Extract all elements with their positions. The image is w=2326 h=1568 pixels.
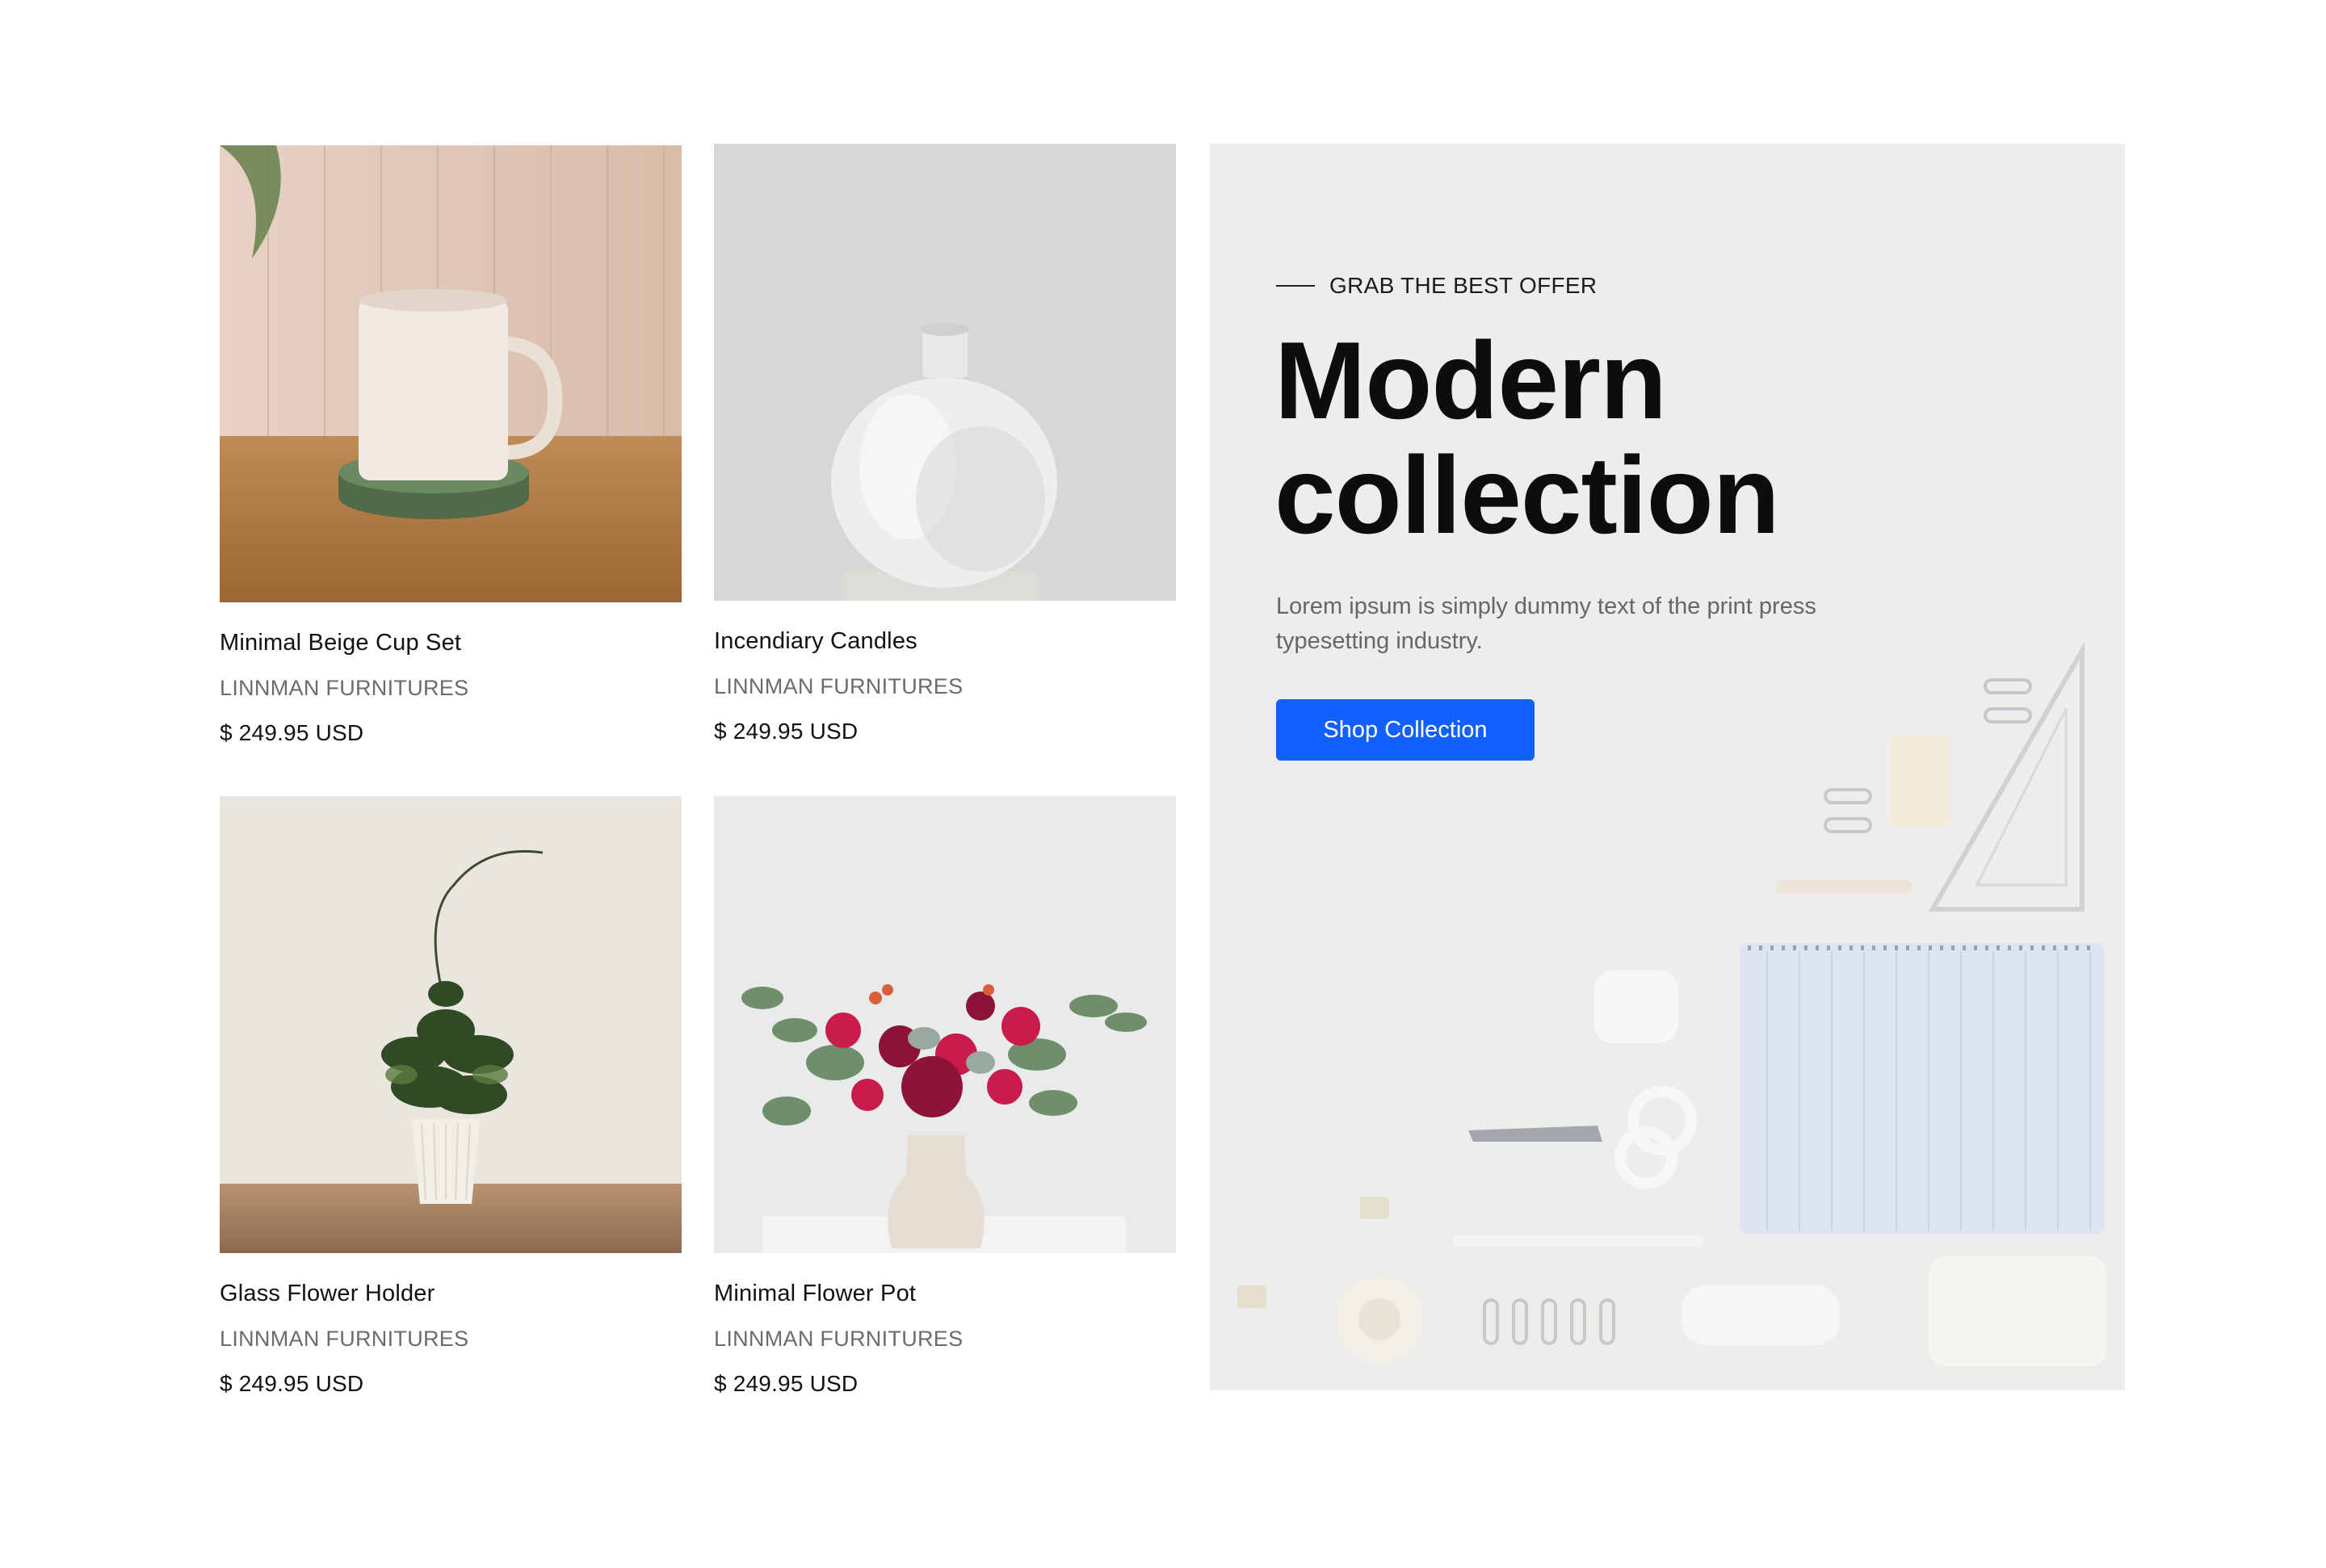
product-title[interactable]: Incendiary Candles [714,628,1176,655]
product-card[interactable]: Incendiary Candles LINNMAN FURNITURES $ … [714,144,1176,744]
product-card[interactable]: Minimal Beige Cup Set LINNMAN FURNITURES… [220,145,682,746]
product-card[interactable]: Minimal Flower Pot LINNMAN FURNITURES $ … [714,796,1176,1397]
product-card[interactable]: Glass Flower Holder LINNMAN FURNITURES $… [220,796,682,1397]
product-brand: LINNMAN FURNITURES [714,1327,964,1351]
eyebrow-line [1276,285,1315,287]
banner-heading-line1: Modern [1274,319,1667,442]
promo-banner: GRAB THE BEST OFFER Modern collection Lo… [1210,144,2125,1390]
product-brand: LINNMAN FURNITURES [220,676,469,700]
eyebrow-text: GRAB THE BEST OFFER [1329,273,1598,298]
product-title[interactable]: Minimal Flower Pot [714,1281,1176,1307]
product-title[interactable]: Glass Flower Holder [220,1281,682,1307]
banner-heading: Modern collection [1274,323,1780,552]
shop-collection-button[interactable]: Shop Collection [1276,699,1535,761]
product-brand: LINNMAN FURNITURES [714,674,964,698]
product-brand: LINNMAN FURNITURES [220,1327,469,1351]
product-price: $ 249.95 USD [714,719,859,744]
product-image-bouquet[interactable] [714,796,1176,1253]
product-price: $ 249.95 USD [220,720,364,745]
product-image-vase[interactable] [714,144,1176,601]
product-image-plant[interactable] [220,796,682,1253]
product-title[interactable]: Minimal Beige Cup Set [220,630,682,656]
offer-eyebrow: GRAB THE BEST OFFER [1276,273,1597,299]
banner-description: Lorem ipsum is simply dummy text of the … [1276,593,1816,654]
product-image-mug[interactable] [220,145,682,602]
banner-heading-line2: collection [1274,434,1780,556]
product-price: $ 249.95 USD [714,1371,859,1396]
product-price: $ 249.95 USD [220,1371,364,1396]
